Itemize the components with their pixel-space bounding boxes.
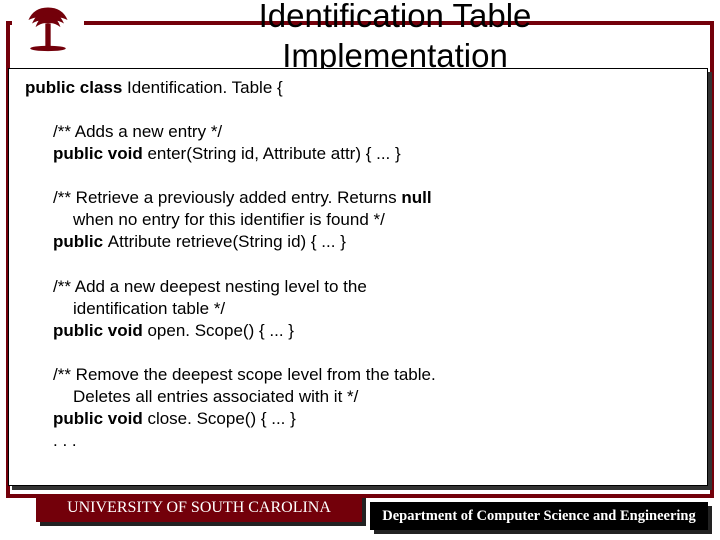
enter-signature: public void enter(String id, Attribute a… bbox=[25, 143, 691, 165]
footer-department-name: Department of Computer Science and Engin… bbox=[370, 502, 708, 530]
retrieve-comment-line-2: when no entry for this identifier is fou… bbox=[25, 209, 691, 231]
enter-comment: /** Adds a new entry */ bbox=[25, 121, 691, 143]
open-scope-signature: public void open. Scope() { ... } bbox=[25, 320, 691, 342]
trailing-ellipsis: . . . bbox=[25, 430, 691, 452]
close-scope-comment-line-2: Deletes all entries associated with it *… bbox=[25, 386, 691, 408]
footer-university-name: UNIVERSITY OF SOUTH CAROLINA bbox=[36, 494, 362, 522]
retrieve-signature: public Attribute retrieve(String id) { .… bbox=[25, 231, 691, 253]
palmetto-tree-icon bbox=[21, 4, 75, 52]
close-scope-signature: public void close. Scope() { ... } bbox=[25, 408, 691, 430]
open-scope-comment-line-1: /** Add a new deepest nesting level to t… bbox=[25, 276, 691, 298]
university-logo bbox=[12, 2, 84, 58]
code-box: public class Identification. Table { /**… bbox=[8, 68, 708, 486]
slide-title: Identification Table Implementation bbox=[0, 0, 720, 75]
retrieve-comment-line-1: /** Retrieve a previously added entry. R… bbox=[25, 187, 691, 209]
close-scope-comment-line-1: /** Remove the deepest scope level from … bbox=[25, 364, 691, 386]
title-line-1: Identification Table bbox=[259, 0, 532, 34]
open-scope-comment-line-2: identification table */ bbox=[25, 298, 691, 320]
class-declaration: public class Identification. Table { bbox=[25, 77, 691, 99]
